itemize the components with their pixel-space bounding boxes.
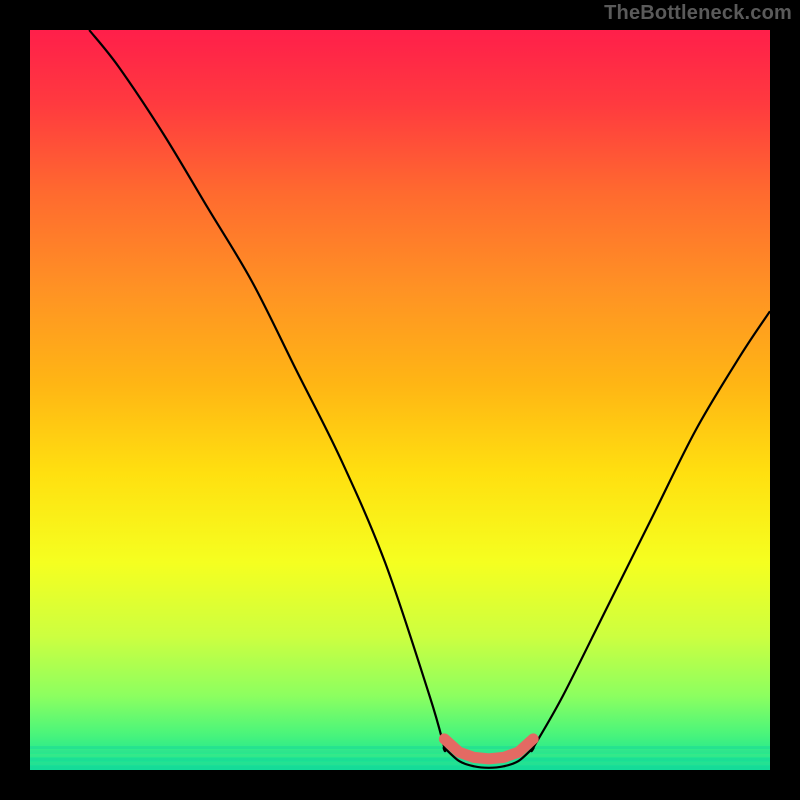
- chart-svg: [0, 0, 800, 800]
- plot-background: [30, 30, 770, 770]
- chart-frame: TheBottleneck.com: [0, 0, 800, 800]
- watermark-text: TheBottleneck.com: [604, 2, 792, 25]
